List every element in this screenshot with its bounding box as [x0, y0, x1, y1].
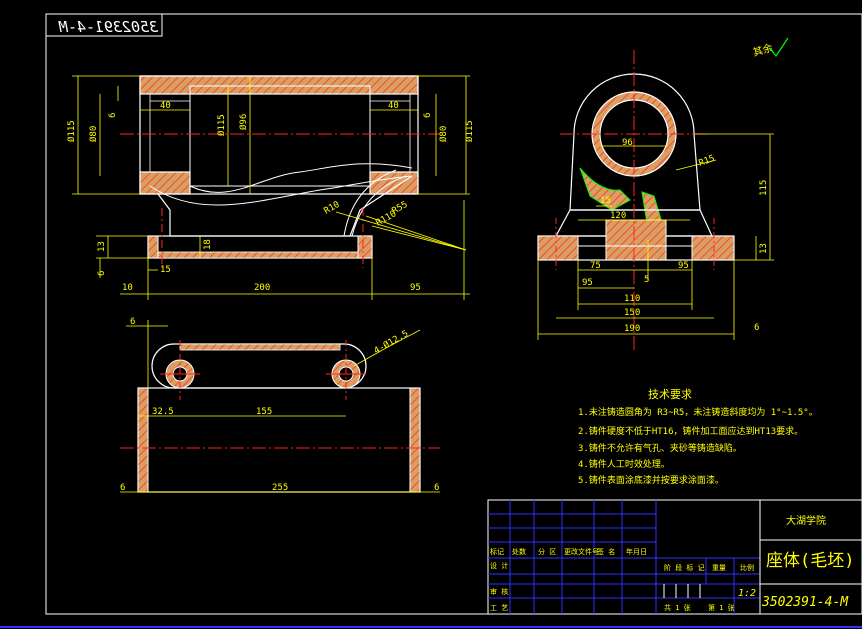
- dim-front-7: 6: [423, 113, 433, 118]
- tb-row-2: 工 艺: [490, 604, 508, 612]
- dim-front-10: R10: [323, 200, 342, 217]
- dim-top-0: 6: [130, 317, 135, 327]
- dim-front-17: 10: [122, 283, 133, 293]
- tb-right-3: 共 1 张: [664, 603, 691, 612]
- tb-header-1: 处数: [512, 547, 526, 556]
- roughness-symbol: 其余: [751, 37, 789, 59]
- tb-header-5: 年月日: [626, 547, 647, 556]
- dim-side-6: 5: [644, 275, 649, 285]
- tb-part-name: 座体(毛坯): [766, 551, 854, 571]
- tb-scale: 1:2: [738, 588, 756, 599]
- cad-drawing-canvas: 3502391-4-M 其余 Ø115 Ø80 6 40 Ø115 Ø96 40…: [0, 13, 862, 628]
- dim-side-11: 190: [624, 324, 640, 334]
- dim-side-7: 95: [678, 261, 689, 271]
- note-4: 4.铸件人工时效处理。: [578, 458, 670, 470]
- dim-front-8: Ø80: [438, 126, 449, 142]
- notes-title: 技术要求: [648, 388, 692, 401]
- note-2: 2.铸件硬度不低于HT16，铸件加工面应达到HT13要求。: [578, 425, 803, 437]
- dim-front-3: 40: [160, 101, 171, 111]
- dim-side-9: 110: [624, 294, 640, 304]
- note-1: 1.未注铸造圆角为 R3~R5，未注铸造斜度均为 1°~1.5°。: [578, 406, 818, 418]
- technical-notes: 技术要求 1.未注铸造圆角为 R3~R5，未注铸造斜度均为 1°~1.5°。 2…: [578, 388, 818, 486]
- dim-front-4: Ø115: [216, 114, 227, 136]
- dim-side-1: R15: [698, 154, 717, 169]
- tb-row-0: 设 计: [490, 561, 508, 570]
- tb-header-4: 签 名: [597, 547, 615, 556]
- dim-side-13: 13: [759, 243, 769, 254]
- tb-right-1: 重量: [712, 564, 726, 572]
- dim-top-3: 155: [256, 407, 272, 417]
- dim-front-5: Ø96: [238, 114, 249, 130]
- dim-top-5: 6: [120, 483, 125, 493]
- roughness-note-label: 其余: [751, 41, 774, 59]
- dim-side-4: 115: [759, 180, 769, 196]
- front-view: Ø115 Ø80 6 40 Ø115 Ø96 40 6 Ø80 Ø115 R10…: [66, 75, 475, 300]
- dim-top-2: 32.5: [152, 407, 174, 417]
- dim-top-4: 255: [272, 483, 288, 493]
- tb-header-0: 标记: [490, 547, 504, 556]
- dim-front-2: 6: [108, 113, 118, 118]
- dim-side-5: 75: [590, 261, 601, 271]
- drawing-number-mirrored: 3502391-4-M: [58, 18, 159, 36]
- dim-front-18: 200: [254, 283, 270, 293]
- tb-header-2: 分 区: [538, 547, 556, 556]
- dim-side-12: 6: [754, 323, 759, 333]
- dim-front-15: 6: [97, 271, 107, 276]
- dim-front-19: 95: [410, 283, 421, 293]
- tb-right-2: 比例: [740, 563, 754, 572]
- note-3: 3.铸件不允许有气孔、夹砂等铸造缺陷。: [578, 442, 742, 454]
- tb-right-0: 阶 段 标 记: [664, 563, 705, 572]
- top-view: 6 4-Ø12.5 32.5 155 255 6 6: [120, 317, 440, 493]
- tb-drawing-number: 3502391-4-M: [761, 595, 849, 610]
- dim-front-0: Ø115: [66, 120, 77, 142]
- dim-side-10: 150: [624, 308, 640, 318]
- dim-side-2: 15: [600, 196, 611, 206]
- tb-row-1: 审 核: [490, 587, 508, 596]
- dim-top-6: 6: [434, 483, 439, 493]
- dim-front-16: 15: [160, 265, 171, 275]
- dim-front-1: Ø80: [88, 126, 99, 142]
- drawing-number-box: 3502391-4-M: [45, 13, 163, 37]
- title-block: 标记 处数 分 区 更改文件号 签 名 年月日 设 计 审 核 工 艺 阶 段 …: [487, 499, 862, 615]
- tb-header-3: 更改文件号: [564, 547, 599, 556]
- dim-side-8: 95: [582, 278, 593, 288]
- dim-top-1: 4-Ø12.5: [372, 328, 410, 356]
- tb-sheet: 第 1 张: [708, 603, 735, 612]
- dim-side-0: 96: [622, 138, 633, 148]
- note-5: 5.铸件表面涂底漆并按要求涂面漆。: [578, 474, 724, 486]
- dim-front-14: 18: [203, 239, 213, 250]
- dim-front-6: 40: [388, 101, 399, 111]
- dim-side-3: 120: [610, 211, 626, 221]
- dim-front-9: Ø115: [464, 120, 475, 142]
- tb-school: 大湖学院: [786, 514, 826, 527]
- side-view: 96 R15 15 120 115 75 5 95 95 110 150 190…: [537, 50, 774, 350]
- dim-front-13: 13: [97, 241, 107, 252]
